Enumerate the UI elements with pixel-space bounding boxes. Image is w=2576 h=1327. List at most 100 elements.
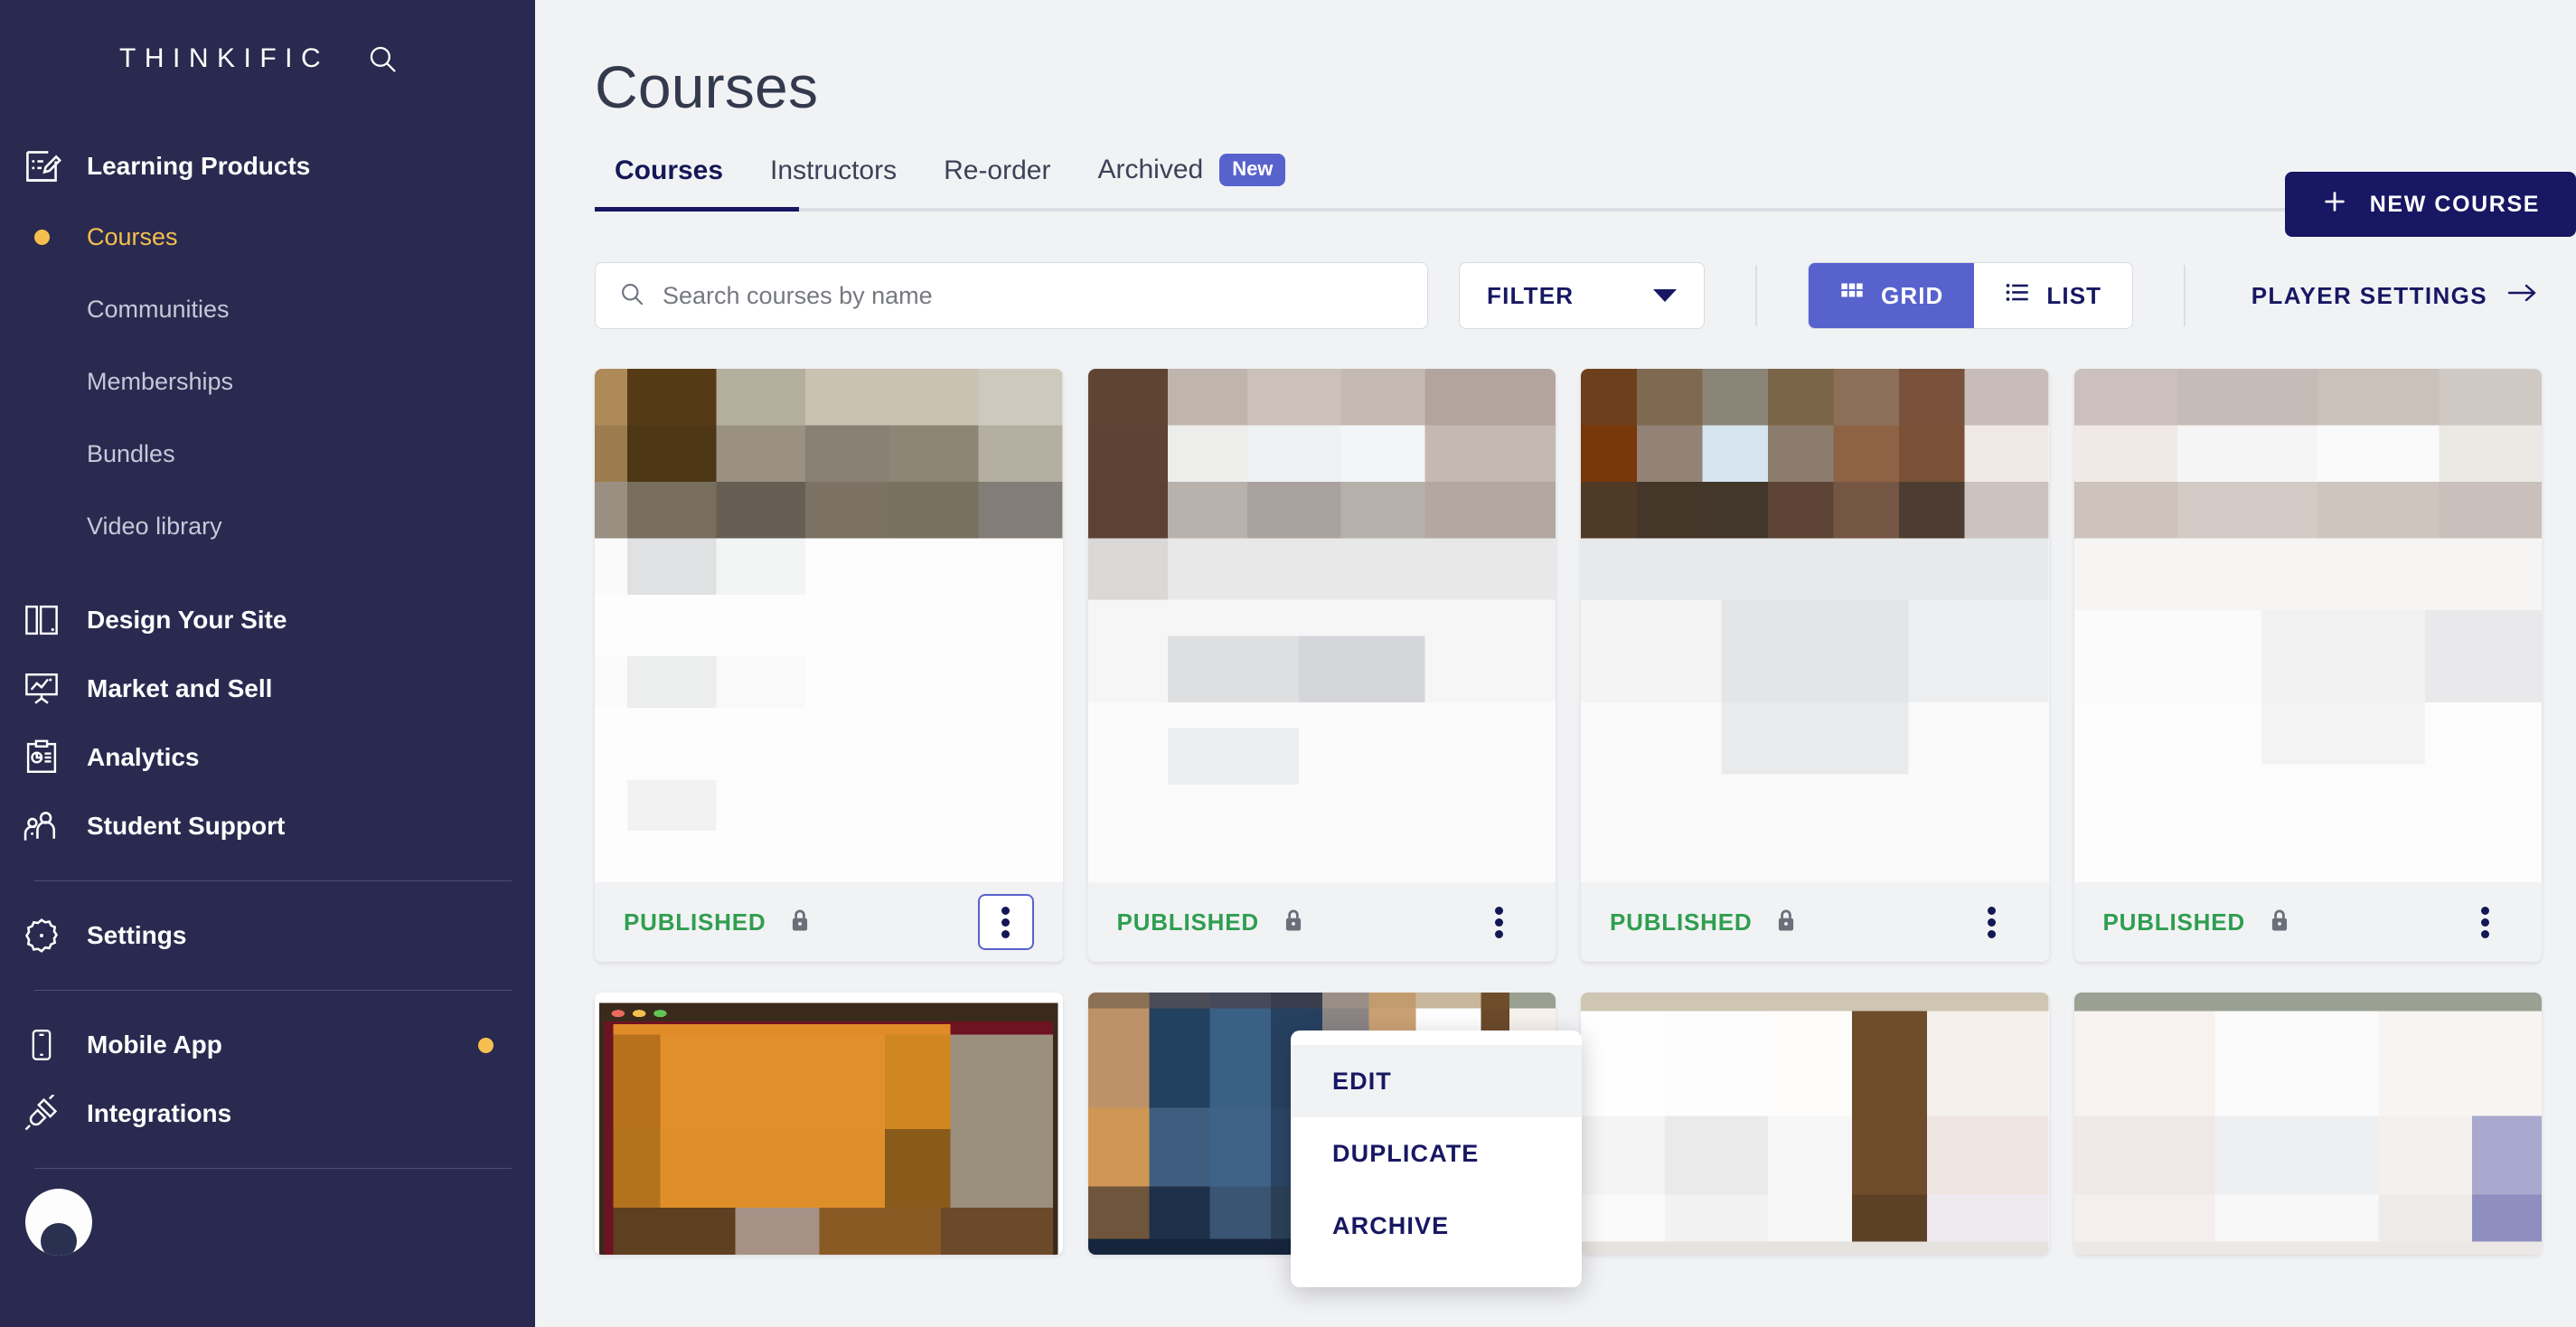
view-toggle-list[interactable]: LIST <box>1974 263 2133 328</box>
course-card[interactable] <box>595 993 1063 1255</box>
context-menu-item-label: DUPLICATE <box>1332 1139 1480 1167</box>
courses-toolbar: FILTER GRID <box>595 262 2542 329</box>
tab-re-order[interactable]: Re-order <box>920 155 1074 208</box>
sidebar-item-label: Analytics <box>87 743 200 771</box>
tab-underline-active <box>595 207 799 212</box>
course-card[interactable]: PUBLISHED <box>595 369 1063 962</box>
tab-label: Re-order <box>944 155 1051 185</box>
tab-underline-track <box>595 208 2519 212</box>
status-badge: PUBLISHED <box>2102 908 2245 936</box>
courses-grid-row-1: PUBLISHED PUBLISHED PUBLISHED PUBLISHED <box>595 369 2542 993</box>
course-thumbnail[interactable] <box>1581 369 2049 882</box>
lock-icon <box>787 907 813 938</box>
sidebar-item-label: Learning Products <box>87 152 311 180</box>
course-card[interactable]: PUBLISHED <box>1581 369 2049 962</box>
kebab-menu-icon[interactable] <box>2457 894 2513 950</box>
sidebar-divider <box>34 880 512 881</box>
course-card[interactable]: PUBLISHED <box>2073 369 2542 962</box>
course-card[interactable]: PUBLISHED <box>1087 369 1556 962</box>
sidebar-item-label: Mobile App <box>87 1031 222 1059</box>
status-badge: PUBLISHED <box>624 908 766 936</box>
sidebar: THINKIFIC Learning Products Courses Comm… <box>0 0 535 1327</box>
course-thumbnail[interactable] <box>2073 993 2542 1255</box>
arrow-right-icon <box>2507 281 2538 311</box>
sidebar-item-courses[interactable]: Courses <box>0 201 535 273</box>
tab-label: Instructors <box>770 155 898 185</box>
avatar[interactable] <box>25 1189 92 1256</box>
tab-archived[interactable]: Archived New <box>1074 154 1309 208</box>
sidebar-item-settings[interactable]: Settings <box>0 901 535 970</box>
tab-label: Archived <box>1097 155 1204 184</box>
kebab-menu-icon[interactable] <box>1471 894 1527 950</box>
course-thumbnail[interactable] <box>595 369 1063 882</box>
sidebar-item-label: Integrations <box>87 1099 232 1127</box>
notification-dot-icon <box>478 1037 494 1053</box>
course-card-footer: PUBLISHED <box>1581 882 2049 962</box>
context-menu-item-duplicate[interactable]: DUPLICATE <box>1291 1117 1582 1190</box>
course-thumbnail[interactable] <box>1087 369 1556 882</box>
course-thumbnail[interactable] <box>595 993 1063 1255</box>
list-icon <box>2005 280 2030 312</box>
course-card[interactable] <box>1581 993 2049 1255</box>
clipboard-chart-icon <box>13 739 71 776</box>
tab-instructors[interactable]: Instructors <box>747 155 920 208</box>
grid-icon <box>1839 280 1865 312</box>
course-card[interactable] <box>2073 993 2542 1255</box>
course-thumbnail[interactable] <box>1581 993 2049 1255</box>
sidebar-item-market-and-sell[interactable]: Market and Sell <box>0 654 535 723</box>
context-menu-item-label: EDIT <box>1332 1067 1392 1095</box>
context-menu-item-edit[interactable]: EDIT <box>1291 1045 1582 1117</box>
sidebar-divider <box>34 1168 512 1169</box>
sidebar-divider <box>34 990 512 991</box>
sidebar-item-label: Bundles <box>87 439 175 467</box>
lock-icon <box>1281 907 1306 938</box>
course-card-footer: PUBLISHED <box>595 882 1063 962</box>
sidebar-item-communities[interactable]: Communities <box>0 273 535 345</box>
player-settings-label: PLAYER SETTINGS <box>2251 281 2487 309</box>
kebab-menu-icon[interactable] <box>977 894 1034 950</box>
sidebar-item-label: Communities <box>87 295 230 323</box>
sidebar-item-learning-products[interactable]: Learning Products <box>0 132 535 201</box>
view-toggle-grid[interactable]: GRID <box>1809 263 1975 328</box>
sidebar-item-analytics[interactable]: Analytics <box>0 723 535 792</box>
player-settings-link[interactable]: PLAYER SETTINGS <box>2252 281 2542 311</box>
filter-button-label: FILTER <box>1487 281 1575 309</box>
sidebar-item-mobile-app[interactable]: Mobile App <box>0 1011 535 1079</box>
new-course-button-label: NEW COURSE <box>2369 191 2540 217</box>
chevron-down-icon <box>1653 289 1677 302</box>
context-menu-item-label: ARCHIVE <box>1332 1211 1450 1239</box>
toolbar-separator <box>2184 265 2186 326</box>
learning-products-icon <box>13 146 71 186</box>
tab-label: Courses <box>615 155 724 185</box>
sidebar-item-design-your-site[interactable]: Design Your Site <box>0 586 535 654</box>
course-card-footer: PUBLISHED <box>2073 882 2542 962</box>
tabs-container: Courses Instructors Re-order Archived Ne… <box>595 154 2542 212</box>
sidebar-item-label: Memberships <box>87 367 234 395</box>
plug-icon <box>13 1095 71 1133</box>
tab-courses[interactable]: Courses <box>591 155 747 208</box>
layout-icon <box>13 601 71 639</box>
phone-icon <box>13 1027 71 1063</box>
sidebar-item-student-support[interactable]: Student Support <box>0 792 535 861</box>
sidebar-item-label: Market and Sell <box>87 674 273 702</box>
new-course-button[interactable]: NEW COURSE <box>2284 172 2576 237</box>
status-badge: PUBLISHED <box>1610 908 1753 936</box>
sidebar-item-integrations[interactable]: Integrations <box>0 1079 535 1148</box>
search-input[interactable] <box>663 281 1404 310</box>
sidebar-brand-row: THINKIFIC <box>0 0 535 74</box>
people-icon <box>13 806 71 846</box>
kebab-menu-icon[interactable] <box>1964 894 2020 950</box>
search-box[interactable] <box>595 262 1428 329</box>
sidebar-item-label: Courses <box>87 222 178 250</box>
search-icon[interactable] <box>367 43 398 74</box>
sidebar-item-video-library[interactable]: Video library <box>0 490 535 562</box>
sidebar-item-memberships[interactable]: Memberships <box>0 345 535 418</box>
course-thumbnail[interactable] <box>2073 369 2542 882</box>
app-root: THINKIFIC Learning Products Courses Comm… <box>0 0 2576 1327</box>
sidebar-item-bundles[interactable]: Bundles <box>0 418 535 490</box>
sidebar-item-label: Settings <box>87 921 187 949</box>
filter-button[interactable]: FILTER <box>1459 262 1705 329</box>
lock-icon <box>1773 907 1799 938</box>
context-menu-item-archive[interactable]: ARCHIVE <box>1291 1190 1582 1262</box>
lock-icon <box>2267 907 2292 938</box>
